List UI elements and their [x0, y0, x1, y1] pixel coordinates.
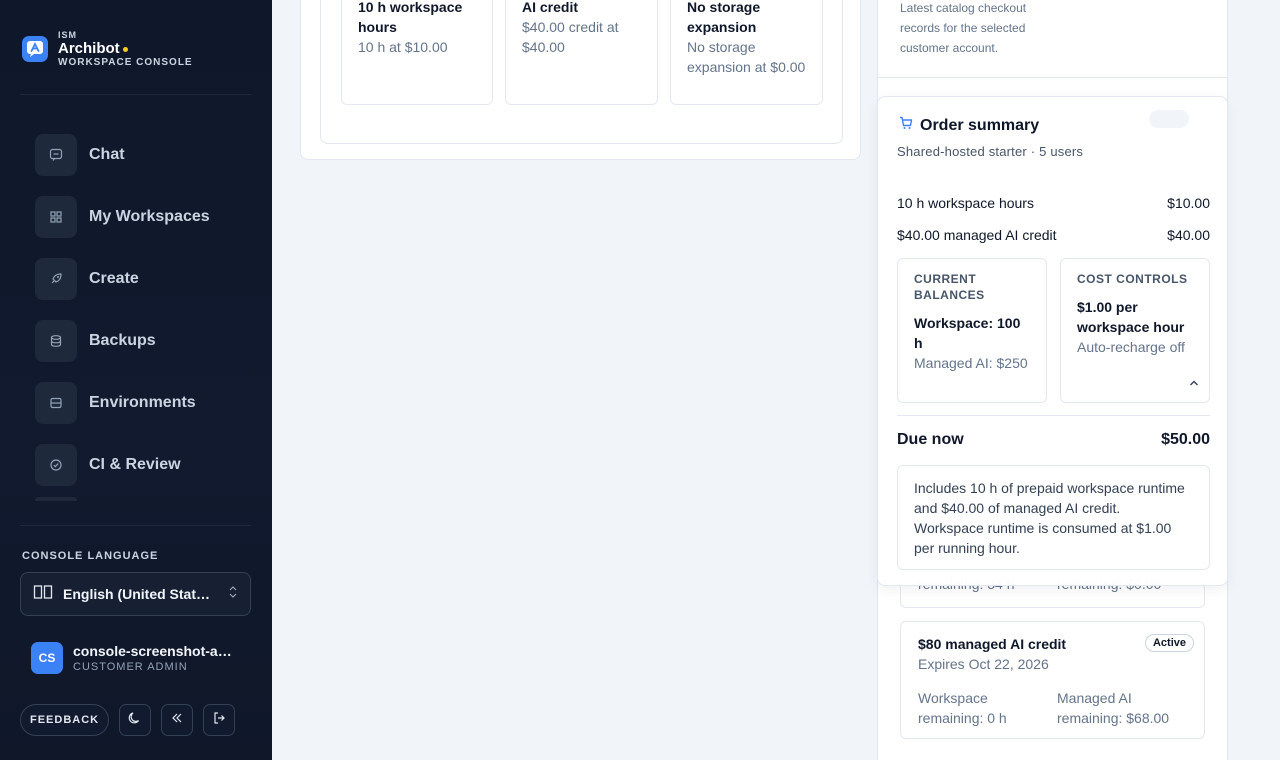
- sidebar-item-my-workspaces[interactable]: My Workspaces: [35, 186, 210, 248]
- checkout-card: 10 h workspace hours 10 h at $10.00 $40.…: [300, 0, 861, 160]
- record-title: $80 managed AI credit: [918, 636, 1067, 652]
- summary-line-label: 10 h workspace hours: [897, 195, 1034, 211]
- brand-subtitle: WORKSPACE CONSOLE: [58, 57, 193, 68]
- sidebar-nav: Chat My Workspaces Create Backups Enviro…: [35, 124, 210, 496]
- due-now-row: Due now $50.00: [897, 431, 1210, 449]
- archibot-logo-icon: [22, 36, 48, 62]
- language-label: CONSOLE LANGUAGE: [22, 550, 159, 562]
- cost-controls-box[interactable]: COST CONTROLS $1.00 per workspace hour A…: [1060, 258, 1210, 403]
- logout-icon: [212, 711, 226, 730]
- sidebar-item-label: Backups: [89, 332, 156, 349]
- record-ai-remaining: Managed AI remaining: $68.00: [1057, 690, 1170, 726]
- sidebar-item-backups[interactable]: Backups: [35, 310, 210, 372]
- workspace-balance: Workspace: 100 h: [914, 315, 1021, 351]
- item-title: 10 h workspace hours: [358, 0, 463, 35]
- summary-note: Includes 10 h of prepaid workspace runti…: [897, 465, 1210, 570]
- ghost-badge: [1149, 110, 1189, 128]
- book-icon: [33, 584, 53, 605]
- item-card-workspace-hours[interactable]: 10 h workspace hours 10 h at $10.00: [341, 0, 493, 105]
- hourly-rate: $1.00 per workspace hour: [1077, 299, 1185, 335]
- sidebar-divider: [20, 94, 251, 95]
- sidebar-item-partial: [35, 497, 77, 501]
- summary-line-label: $40.00 managed AI credit: [897, 227, 1057, 243]
- item-desc: 10 h at $10.00: [358, 39, 448, 55]
- due-now-amount: $50.00: [1161, 431, 1210, 448]
- summary-line: $40.00 managed AI credit $40.00: [897, 227, 1210, 243]
- item-desc: No storage expansion at $0.00: [687, 39, 806, 75]
- item-card-ai-credit[interactable]: $40.00 managed AI credit $40.00 credit a…: [505, 0, 658, 105]
- theme-toggle-button[interactable]: [119, 704, 152, 736]
- order-summary-subtitle: Shared-hosted starter · 5 users: [897, 144, 1084, 159]
- item-desc: $40.00 credit at $40.00: [522, 19, 619, 55]
- user-profile[interactable]: CS console-screenshot-admin CUSTOMER ADM…: [31, 642, 238, 674]
- records-description: Latest catalog checkout records for the …: [900, 1, 1027, 55]
- logout-button[interactable]: [203, 704, 236, 736]
- brand-name: Archibot: [58, 40, 120, 57]
- order-summary: Order summary Shared-hosted starter · 5 …: [877, 96, 1228, 586]
- order-summary-title: Order summary: [920, 116, 1040, 134]
- current-balances-heading: CURRENT BALANCES: [914, 272, 985, 302]
- check-circle-icon: [35, 444, 77, 486]
- chevron-up-icon[interactable]: [1189, 374, 1199, 392]
- sidebar-item-label: My Workspaces: [89, 208, 210, 225]
- server-icon: [35, 382, 77, 424]
- summary-line-amount: $40.00: [1167, 227, 1210, 243]
- item-title: $40.00 managed AI credit: [522, 0, 579, 15]
- record-workspace-remaining: Workspace remaining: 0 h: [918, 690, 1007, 726]
- summary-line-amount: $10.00: [1167, 195, 1210, 211]
- user-role: CUSTOMER ADMIN: [73, 661, 188, 673]
- database-icon: [35, 320, 77, 362]
- feedback-button[interactable]: FEEDBACK: [20, 704, 110, 736]
- grid-icon: [35, 196, 77, 238]
- sidebar-item-label: Environments: [89, 394, 196, 411]
- chevrons-left-icon: [170, 711, 184, 730]
- record-card[interactable]: $80 managed AI credit Expires Oct 22, 20…: [900, 621, 1205, 739]
- collapse-sidebar-button[interactable]: [161, 704, 194, 736]
- moon-icon: [128, 711, 142, 730]
- ai-balance: Managed AI: $250: [914, 355, 1028, 371]
- status-badge: Active: [1144, 634, 1194, 652]
- status-dot-icon: [122, 46, 128, 52]
- item-title: No storage expansion: [687, 0, 761, 35]
- sidebar-item-label: Create: [89, 270, 139, 287]
- rocket-icon: [35, 258, 77, 300]
- sidebar-item-create[interactable]: Create: [35, 248, 210, 310]
- avatar: CS: [31, 642, 63, 674]
- summary-line: 10 h workspace hours $10.00: [897, 195, 1210, 211]
- language-select[interactable]: English (United States): [20, 572, 251, 616]
- selected-items-panel: 10 h workspace hours 10 h at $10.00 $40.…: [320, 0, 843, 144]
- sidebar-item-environments[interactable]: Environments: [35, 372, 210, 434]
- sidebar-item-label: Chat: [89, 146, 125, 163]
- language-value: English (United States): [63, 586, 215, 602]
- sidebar-item-ci-review[interactable]: CI & Review: [35, 434, 210, 496]
- chevron-up-down-icon: [228, 585, 238, 604]
- sidebar: ISM Archibot WORKSPACE CONSOLE Chat My W…: [0, 0, 272, 760]
- summary-divider: [897, 415, 1210, 416]
- item-card-storage[interactable]: No storage expansion No storage expansio…: [670, 0, 823, 105]
- sidebar-footer: FEEDBACK: [20, 704, 236, 736]
- records-divider: [878, 77, 1227, 78]
- sidebar-divider: [20, 525, 251, 526]
- brand-org: ISM: [58, 30, 78, 40]
- chat-icon: [35, 134, 77, 176]
- sidebar-item-label: CI & Review: [89, 456, 181, 473]
- cart-icon: [898, 115, 914, 136]
- due-now-label: Due now: [897, 431, 964, 448]
- auto-recharge-status: Auto-recharge off: [1077, 339, 1185, 355]
- current-balances-box: CURRENT BALANCES Workspace: 100 h Manage…: [897, 258, 1047, 403]
- user-name: console-screenshot-admin: [73, 643, 238, 659]
- sidebar-item-chat[interactable]: Chat: [35, 124, 210, 186]
- brand[interactable]: ISM Archibot WORKSPACE CONSOLE: [22, 30, 193, 68]
- record-expiry: Expires Oct 22, 2026: [918, 656, 1049, 672]
- cost-controls-heading: COST CONTROLS: [1077, 272, 1188, 286]
